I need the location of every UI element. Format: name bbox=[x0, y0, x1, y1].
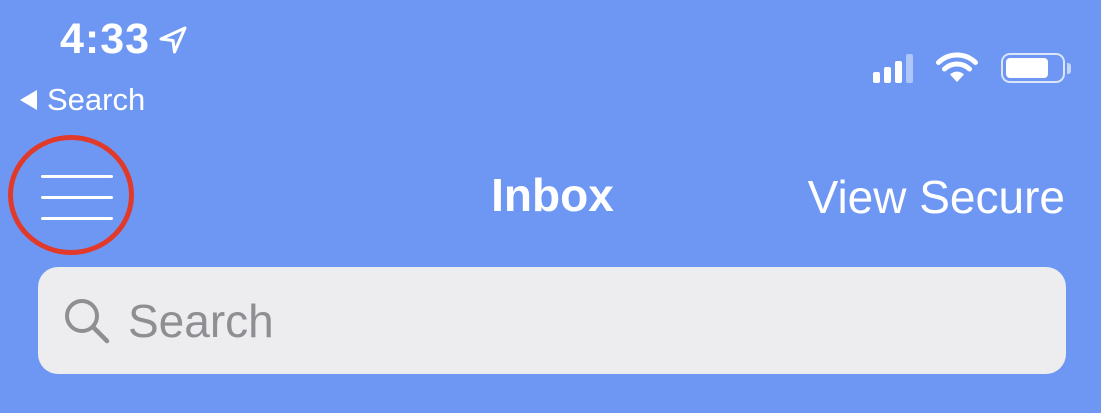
view-secure-button[interactable]: View Secure bbox=[808, 174, 1065, 220]
battery-level-fill bbox=[1006, 58, 1049, 78]
search-icon bbox=[65, 298, 110, 343]
back-link-label: Search bbox=[47, 82, 146, 117]
search-input[interactable] bbox=[128, 293, 1028, 348]
wifi-icon bbox=[935, 52, 979, 84]
location-arrow-icon bbox=[156, 23, 190, 57]
back-triangle-icon bbox=[20, 89, 37, 110]
back-to-search-link[interactable]: Search bbox=[20, 84, 145, 115]
search-bar[interactable] bbox=[38, 267, 1066, 374]
battery-icon bbox=[1001, 53, 1071, 83]
status-time: 4:33 bbox=[60, 18, 190, 61]
cellular-signal-icon bbox=[873, 53, 913, 83]
inbox-title: Inbox bbox=[491, 169, 614, 221]
clock-time: 4:33 bbox=[60, 15, 151, 63]
status-indicators bbox=[873, 52, 1071, 84]
